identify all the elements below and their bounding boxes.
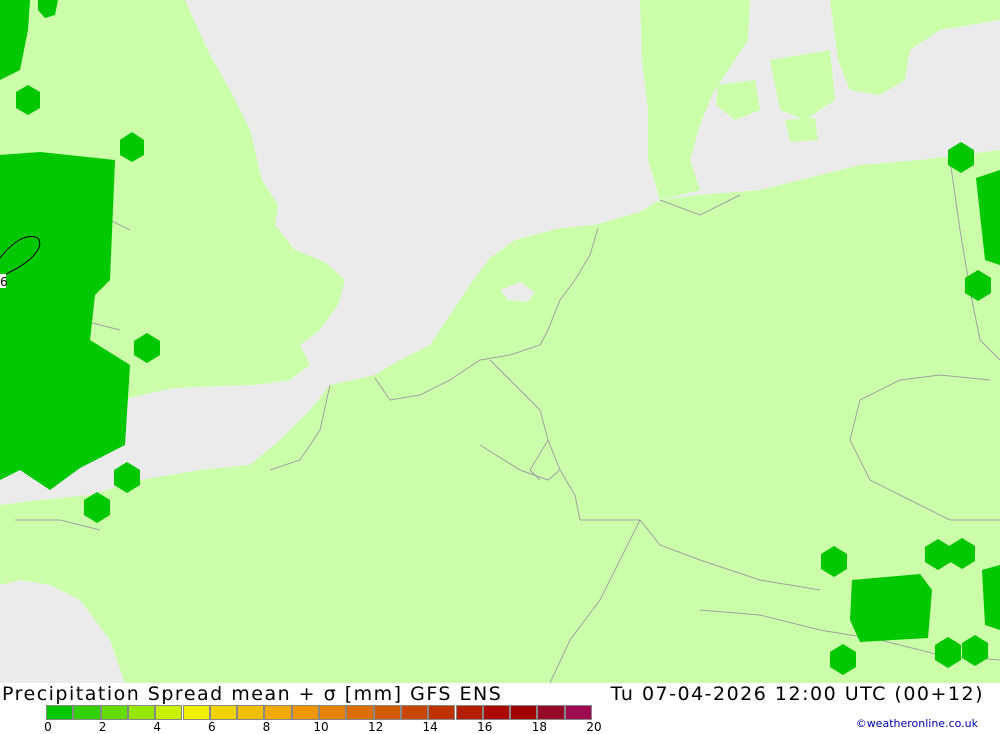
color-scale-cell	[537, 705, 565, 720]
color-scale-cell	[155, 705, 183, 720]
color-scale-tick-label: 10	[313, 720, 329, 734]
danish-island-3	[785, 118, 818, 142]
color-scale-cell	[291, 705, 319, 720]
contour-label: 6	[0, 275, 8, 289]
color-scale-cell	[346, 705, 374, 720]
color-scale-cell	[73, 705, 101, 720]
color-scale-tick-label: 8	[262, 720, 271, 734]
color-scale-cell	[510, 705, 538, 720]
color-scale-tick-label: 20	[586, 720, 602, 734]
color-scale-cell	[482, 705, 511, 720]
color-scale-tick-label: 16	[477, 720, 493, 734]
map-datetime: Tu 07-04-2026 12:00 UTC (00+12)	[610, 683, 984, 705]
color-scale-tick-label: 14	[422, 720, 438, 734]
color-scale-cell	[455, 705, 483, 720]
color-scale-tick-label: 18	[531, 720, 548, 734]
color-scale-cell	[127, 705, 156, 720]
precip-southeast-large	[850, 574, 932, 642]
color-scale-cell	[100, 705, 128, 720]
credit-text: ©weatheronline.co.uk	[855, 717, 978, 730]
color-scale-tick-label: 12	[367, 720, 384, 734]
color-scale-tick-label: 6	[207, 720, 216, 734]
color-scale-cell	[319, 705, 347, 720]
color-scale-cell	[564, 705, 592, 720]
color-scale-cell	[182, 705, 210, 720]
map-title: Precipitation Spread mean + σ [mm] GFS E…	[2, 683, 503, 705]
color-scale-cell	[428, 705, 456, 720]
color-scale-tick-label: 0	[44, 720, 52, 734]
color-scale-cell	[46, 705, 74, 720]
color-scale-cell	[373, 705, 401, 720]
map-caption: Precipitation Spread mean + σ [mm] GFS E…	[0, 683, 1000, 734]
precipitation-map: 6	[0, 0, 1000, 683]
color-scale-cell	[237, 705, 265, 720]
color-scale-cell	[264, 705, 292, 720]
color-scale-tick-label: 2	[98, 720, 107, 734]
color-scale-cell	[209, 705, 238, 720]
color-scale-tick-label: 4	[153, 720, 162, 734]
color-scale-cell	[400, 705, 429, 720]
